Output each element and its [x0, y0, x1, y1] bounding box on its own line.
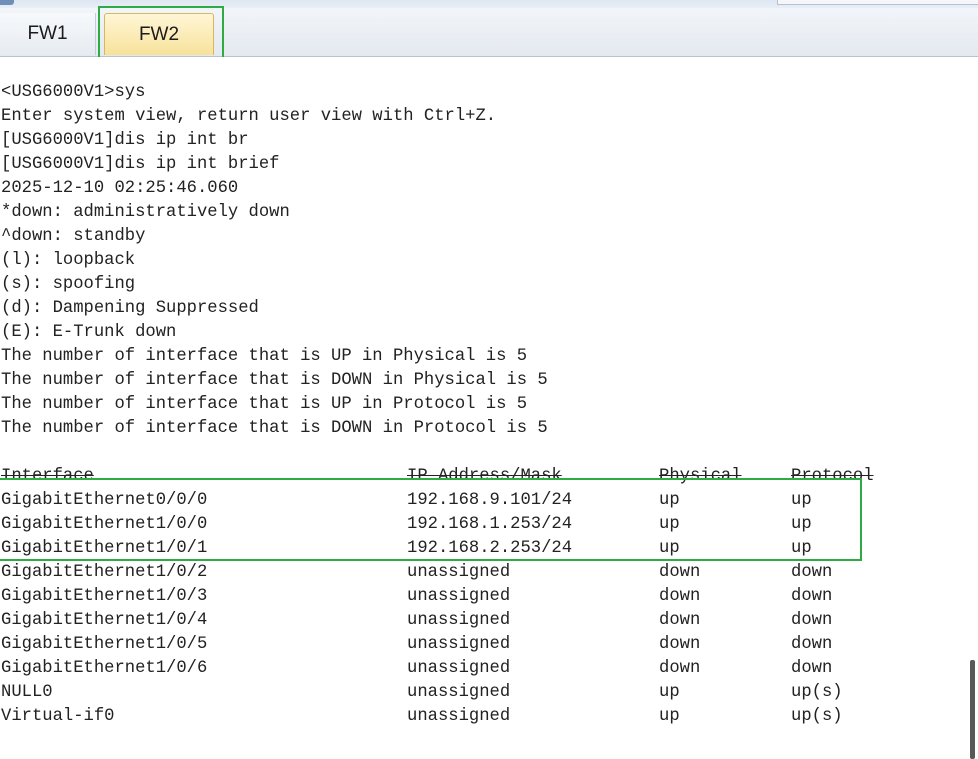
console-line: (s): spoofing [1, 275, 136, 294]
tab-fw1-label: FW1 [27, 23, 68, 44]
row-protocol: down [791, 659, 833, 678]
console-line: *down: administratively down [1, 203, 290, 222]
table-header-interface: Interface [1, 467, 94, 486]
row-protocol: down [791, 611, 833, 630]
table-header-protocol: Protocol [791, 467, 874, 486]
row-interface: GigabitEthernet1/0/4 [1, 611, 208, 630]
console-line: The number of interface that is UP in Ph… [1, 347, 528, 366]
console-line: (d): Dampening Suppressed [1, 299, 259, 318]
title-strip [0, 0, 978, 8]
row-physical: down [659, 611, 701, 630]
row-interface: GigabitEthernet1/0/1 [1, 539, 208, 558]
row-protocol: up [791, 491, 812, 510]
row-physical: down [659, 563, 701, 582]
row-ip: unassigned [407, 707, 511, 726]
row-ip: 192.168.2.253/24 [407, 539, 573, 558]
console-line: 2025-12-10 02:25:46.060 [1, 179, 239, 198]
row-protocol: up [791, 539, 812, 558]
row-protocol: up(s) [791, 683, 843, 702]
console-line: (E): E-Trunk down [1, 323, 177, 342]
row-protocol: up [791, 515, 812, 534]
row-ip: unassigned [407, 635, 511, 654]
row-interface: GigabitEthernet1/0/0 [1, 515, 208, 534]
tab-fw2[interactable]: FW2 [104, 13, 214, 55]
row-protocol: down [791, 563, 833, 582]
row-physical: up [659, 683, 680, 702]
app-icon [0, 0, 14, 5]
top-field[interactable] [777, 0, 978, 5]
row-interface: NULL0 [1, 683, 53, 702]
tab-fw1[interactable]: FW1 [0, 13, 96, 55]
row-interface: GigabitEthernet1/0/2 [1, 563, 208, 582]
row-interface: Virtual-if0 [1, 707, 115, 726]
tab-fw2-label: FW2 [138, 23, 180, 45]
session-tab-bar: FW1 FW2 [0, 6, 978, 83]
row-ip: unassigned [407, 563, 511, 582]
console-line: ^down: standby [1, 227, 146, 246]
row-interface: GigabitEthernet1/0/6 [1, 659, 208, 678]
row-interface: GigabitEthernet0/0/0 [1, 491, 208, 510]
row-ip: 192.168.1.253/24 [407, 515, 573, 534]
scrollbar-thumb[interactable] [970, 660, 975, 759]
console-line: The number of interface that is DOWN in … [1, 419, 548, 438]
row-physical: down [659, 587, 701, 606]
row-protocol: down [791, 587, 833, 606]
console-line: (l): loopback [1, 251, 136, 270]
row-ip: 192.168.9.101/24 [407, 491, 573, 510]
console-line: [USG6000V1]dis ip int brief [1, 155, 280, 174]
row-ip: unassigned [407, 587, 511, 606]
table-header-physical: Physical [659, 467, 742, 486]
row-physical: up [659, 707, 680, 726]
console-line: <USG6000V1>sys [1, 83, 146, 102]
vertical-scrollbar[interactable] [966, 57, 978, 759]
row-interface: GigabitEthernet1/0/5 [1, 635, 208, 654]
row-ip: unassigned [407, 659, 511, 678]
console-output[interactable]: <USG6000V1>sys Enter system view, return… [0, 57, 966, 759]
console-line: Enter system view, return user view with… [1, 107, 497, 126]
row-physical: up [659, 491, 680, 510]
console-line: The number of interface that is DOWN in … [1, 371, 548, 390]
row-physical: up [659, 539, 680, 558]
console-line: The number of interface that is UP in Pr… [1, 395, 528, 414]
row-ip: unassigned [407, 683, 511, 702]
row-physical: down [659, 659, 701, 678]
row-ip: unassigned [407, 611, 511, 630]
table-header-ip: IP Address/Mask [407, 467, 562, 486]
console-line: [USG6000V1]dis ip int br [1, 131, 249, 150]
row-physical: up [659, 515, 680, 534]
row-protocol: down [791, 635, 833, 654]
terminal-window: FW1 FW2 <USG6000V1>sys Enter system view… [0, 0, 978, 759]
row-physical: down [659, 635, 701, 654]
row-interface: GigabitEthernet1/0/3 [1, 587, 208, 606]
row-protocol: up(s) [791, 707, 843, 726]
